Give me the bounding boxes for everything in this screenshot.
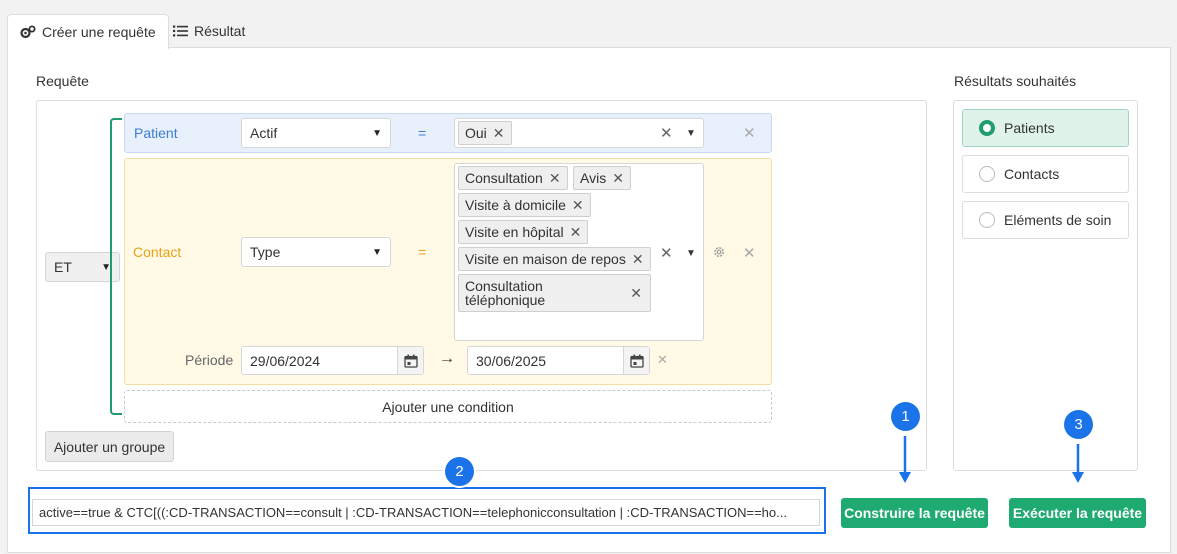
radio-icon (979, 212, 995, 228)
remove-chip-icon[interactable]: ✕ (572, 197, 584, 214)
clear-period-icon[interactable]: ✕ (657, 352, 668, 368)
gears-icon (20, 25, 36, 39)
group-operator-value: ET (54, 259, 72, 275)
caret-down-icon: ▼ (372, 127, 382, 139)
value-chip-label: Visite à domicile (465, 197, 566, 213)
result-option-label: Contacts (1004, 166, 1060, 182)
result-option-label: Eléments de soin (1004, 212, 1112, 228)
list-icon (173, 25, 188, 37)
value-chip: Oui ✕ (458, 121, 512, 145)
remove-chip-icon[interactable]: ✕ (630, 285, 642, 302)
value-chip-label: Consultation téléphonique (465, 278, 546, 308)
patient-field-value: Actif (250, 125, 278, 141)
remove-chip-icon[interactable]: ✕ (632, 251, 644, 268)
condition-entity-patient: Patient (134, 125, 178, 141)
clear-values-icon[interactable]: ✕ (660, 124, 673, 142)
value-chip-label: Oui (465, 125, 487, 141)
result-option-label: Patients (1004, 120, 1055, 136)
add-condition-button[interactable]: Ajouter une condition (124, 390, 772, 423)
value-chip: Avis ✕ (573, 166, 631, 190)
date-from-input[interactable]: 29/06/2024 (241, 346, 424, 375)
query-string-field[interactable]: active==true & CTC[((:CD-TRANSACTION==co… (32, 499, 820, 526)
condition-entity-contact: Contact (133, 244, 182, 260)
value-chip: Consultation ✕ (458, 166, 568, 190)
remove-chip-icon[interactable]: ✕ (493, 125, 505, 142)
group-operator-select[interactable]: ET ▼ (45, 252, 120, 282)
remove-chip-icon[interactable]: ✕ (612, 170, 624, 187)
value-chip: Visite en maison de repos ✕ (458, 247, 651, 271)
value-chip: Visite à domicile ✕ (458, 193, 591, 217)
caret-down-icon[interactable]: ▼ (686, 248, 696, 259)
execute-query-button[interactable]: Exécuter la requête (1009, 498, 1146, 528)
annotation-badge-3: 3 (1064, 410, 1093, 439)
patient-field-select[interactable]: Actif ▼ (241, 118, 391, 148)
caret-down-icon[interactable]: ▼ (686, 128, 696, 139)
caret-down-icon: ▼ (372, 246, 382, 258)
contact-field-select[interactable]: Type ▼ (241, 237, 391, 267)
contact-field-value: Type (250, 244, 281, 260)
value-chip-label: Visite en hôpital (465, 224, 564, 240)
period-label: Période (185, 352, 234, 368)
remove-chip-icon[interactable]: ✕ (570, 224, 582, 241)
value-chip: Consultation téléphonique ✕ (458, 274, 651, 312)
tab-result[interactable]: Résultat (161, 14, 257, 48)
date-range-arrow: → (439, 350, 455, 367)
contact-operator: = (418, 244, 427, 260)
remove-condition-icon[interactable]: ✕ (743, 244, 756, 262)
tab-create-query-label: Créer une requête (42, 24, 156, 40)
value-chip-label: Consultation (465, 170, 543, 186)
calendar-icon[interactable] (623, 347, 649, 374)
remove-condition-icon[interactable]: ✕ (743, 124, 756, 142)
add-group-button[interactable]: Ajouter un groupe (45, 431, 174, 462)
annotation-badge-1: 1 (891, 402, 920, 431)
value-chip: Visite en hôpital ✕ (458, 220, 589, 244)
result-option-contacts[interactable]: Contacts (962, 155, 1129, 193)
date-to-input[interactable]: 30/06/2025 (467, 346, 650, 375)
result-option-patients[interactable]: Patients (962, 109, 1129, 147)
radio-selected-icon (979, 120, 995, 136)
clear-values-icon[interactable]: ✕ (660, 244, 673, 262)
radio-icon (979, 166, 995, 182)
arrow-down-icon (1072, 444, 1084, 483)
value-chip-label: Visite en maison de repos (465, 251, 626, 267)
calendar-icon[interactable] (397, 347, 423, 374)
tab-result-label: Résultat (194, 23, 246, 39)
result-option-care-elements[interactable]: Eléments de soin (962, 201, 1129, 239)
remove-chip-icon[interactable]: ✕ (549, 170, 561, 187)
patient-operator: = (418, 125, 427, 141)
query-section-label: Requête (36, 73, 89, 89)
date-to-value: 30/06/2025 (476, 352, 547, 369)
arrow-down-icon (899, 436, 911, 483)
value-chip-label: Avis (580, 170, 607, 186)
group-bracket (110, 118, 122, 415)
annotation-badge-2: 2 (445, 457, 474, 486)
date-from-value: 29/06/2024 (250, 352, 321, 369)
build-query-button[interactable]: Construire la requête (841, 498, 988, 528)
tab-create-query[interactable]: Créer une requête (7, 14, 169, 49)
results-section-label: Résultats souhaités (954, 73, 1077, 89)
gear-icon[interactable] (712, 245, 726, 259)
